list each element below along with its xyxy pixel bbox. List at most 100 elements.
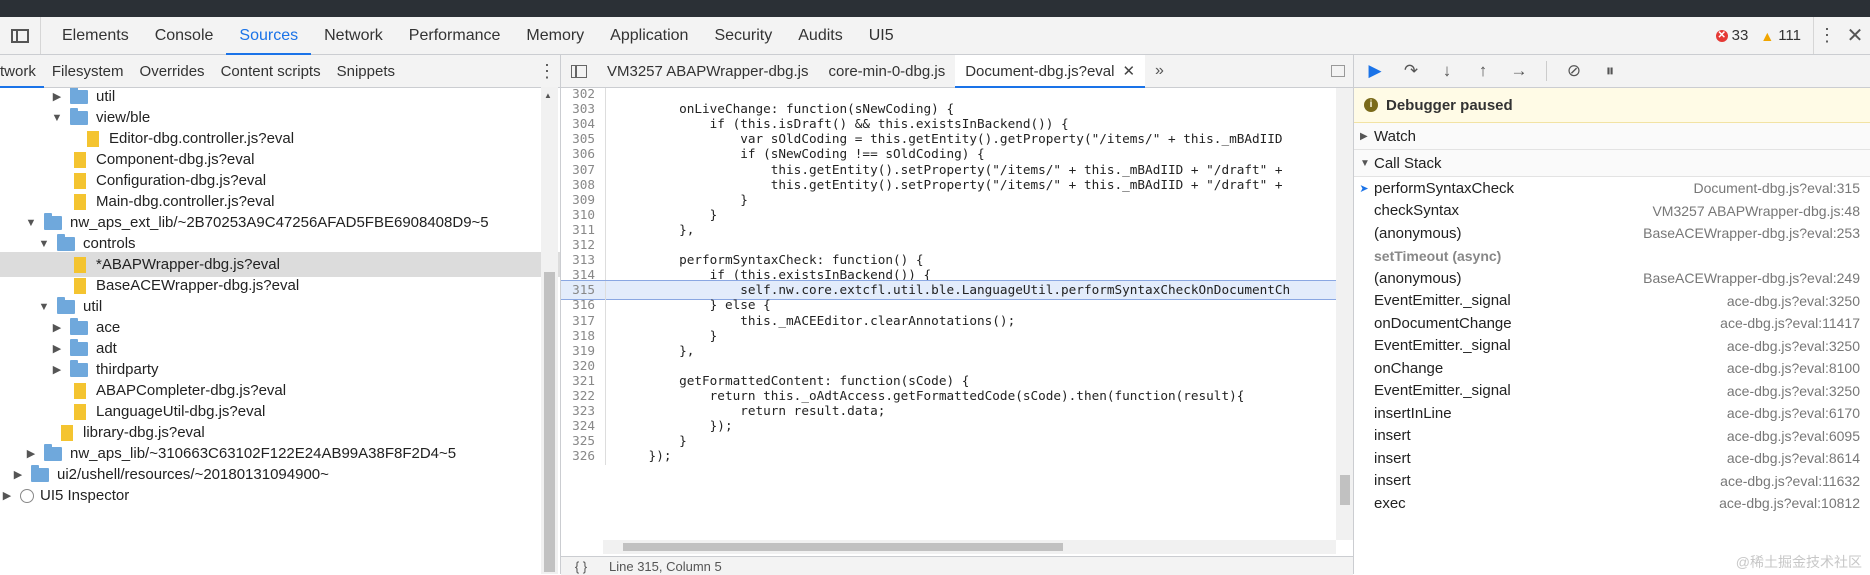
- tree-item-label: ui2/ushell/resources/~20180131094900~: [57, 466, 329, 483]
- call-frame[interactable]: onChange ace-dbg.js?eval:8100: [1354, 357, 1870, 380]
- tab-console[interactable]: Console: [142, 17, 227, 54]
- call-frame[interactable]: checkSyntax VM3257 ABAPWrapper-dbg.js:48: [1354, 200, 1870, 223]
- error-counter[interactable]: ✕ 33: [1715, 27, 1748, 44]
- call-frame[interactable]: (anonymous) BaseACEWrapper-dbg.js?eval:24…: [1354, 267, 1870, 290]
- step-icon[interactable]: →: [1510, 61, 1528, 81]
- call-frame[interactable]: exec ace-dbg.js?eval:10812: [1354, 492, 1870, 515]
- navigator-tab-overrides[interactable]: Overrides: [132, 55, 213, 87]
- tab-ui5[interactable]: UI5: [856, 17, 907, 54]
- more-tabs-icon[interactable]: »: [1145, 55, 1174, 87]
- frame-location[interactable]: ace-dbg.js?eval:11632: [1720, 473, 1870, 489]
- collapsed-arrow-icon[interactable]: ▶: [0, 489, 14, 502]
- collapsed-arrow-icon[interactable]: ▶: [50, 321, 64, 334]
- frame-location[interactable]: ace-dbg.js?eval:6170: [1727, 405, 1870, 421]
- toggle-debugger-icon[interactable]: [1323, 55, 1353, 87]
- call-stack-section[interactable]: ▼ Call Stack: [1354, 150, 1870, 177]
- tree-folder-item[interactable]: ▶ UI5 Inspector: [0, 483, 540, 508]
- tab-security[interactable]: Security: [701, 17, 785, 54]
- line-text: performSyntaxCheck: function() {: [618, 252, 924, 268]
- collapsed-arrow-icon[interactable]: ▶: [50, 90, 64, 103]
- step-into-icon[interactable]: ↓: [1438, 61, 1456, 81]
- frame-location[interactable]: ace-dbg.js?eval:3250: [1727, 293, 1870, 309]
- call-frame[interactable]: insert ace-dbg.js?eval:8614: [1354, 447, 1870, 470]
- frame-location[interactable]: BaseACEWrapper-dbg.js?eval:249: [1643, 270, 1870, 286]
- frame-location[interactable]: ace-dbg.js?eval:11417: [1720, 315, 1870, 331]
- deactivate-breakpoints-icon[interactable]: ⊘: [1565, 61, 1583, 81]
- frame-function: insert: [1374, 472, 1411, 490]
- call-frame[interactable]: EventEmitter._signal ace-dbg.js?eval:3250: [1354, 335, 1870, 358]
- close-devtools-icon[interactable]: ✕: [1840, 17, 1870, 54]
- watch-section[interactable]: ▶ Watch: [1354, 123, 1870, 150]
- call-frame[interactable]: onDocumentChange ace-dbg.js?eval:11417: [1354, 312, 1870, 335]
- expanded-arrow-icon[interactable]: ▼: [50, 112, 64, 124]
- editor-tab[interactable]: core-min-0-dbg.js: [819, 55, 956, 87]
- scroll-up-icon[interactable]: ▲: [544, 91, 552, 100]
- tab-sources[interactable]: Sources: [226, 17, 311, 55]
- call-frame[interactable]: insert ace-dbg.js?eval:6095: [1354, 425, 1870, 448]
- navigator-tab-snippets[interactable]: Snippets: [329, 55, 403, 87]
- expanded-arrow-icon[interactable]: ▼: [24, 217, 38, 229]
- frame-location[interactable]: ace-dbg.js?eval:6095: [1727, 428, 1870, 444]
- call-frame[interactable]: insertInLine ace-dbg.js?eval:6170: [1354, 402, 1870, 425]
- line-text: var sOldCoding = this.getEntity().getPro…: [618, 131, 1283, 147]
- collapsed-arrow-icon[interactable]: ▶: [11, 468, 25, 481]
- expanded-arrow-icon[interactable]: ▼: [37, 238, 51, 250]
- frame-location[interactable]: ace-dbg.js?eval:3250: [1727, 383, 1870, 399]
- collapsed-arrow-icon[interactable]: ▶: [24, 447, 38, 460]
- tab-audits[interactable]: Audits: [785, 17, 855, 54]
- frame-function: insertInLine: [1374, 404, 1452, 422]
- frame-location[interactable]: BaseACEWrapper-dbg.js?eval:253: [1643, 225, 1870, 241]
- code-area[interactable]: 302 303 onLiveChange: function(sNewCoding…: [561, 88, 1336, 540]
- navigator-tab-content-scripts[interactable]: Content scripts: [213, 55, 329, 87]
- tree-item-label: BaseACEWrapper-dbg.js?eval: [96, 277, 300, 294]
- call-frame[interactable]: EventEmitter._signal ace-dbg.js?eval:3250: [1354, 290, 1870, 313]
- call-frame[interactable]: ➤ performSyntaxCheck Document-dbg.js?eval:…: [1354, 177, 1870, 200]
- frame-location[interactable]: VM3257 ABAPWrapper-dbg.js:48: [1652, 203, 1870, 219]
- tab-network[interactable]: Network: [311, 17, 396, 54]
- pretty-print-icon[interactable]: { }: [561, 559, 601, 574]
- more-options-icon[interactable]: ⋮: [1813, 17, 1840, 54]
- code-line: 326 });: [561, 447, 1336, 466]
- frame-location[interactable]: ace-dbg.js?eval:10812: [1719, 495, 1870, 511]
- call-frame[interactable]: (anonymous) BaseACEWrapper-dbg.js?eval:25…: [1354, 222, 1870, 245]
- navigator-menu-icon[interactable]: ⋮: [534, 55, 560, 87]
- collapsed-arrow-icon[interactable]: ▶: [50, 342, 64, 355]
- frame-function: exec: [1374, 494, 1406, 512]
- call-frame[interactable]: insert ace-dbg.js?eval:11632: [1354, 470, 1870, 493]
- device-toolbar-toggle-icon[interactable]: [0, 17, 41, 54]
- tab-application[interactable]: Application: [597, 17, 701, 54]
- navigator-scroll-thumb[interactable]: [544, 272, 555, 572]
- tab-performance[interactable]: Performance: [396, 17, 514, 54]
- editor-horizontal-scrollbar[interactable]: [603, 540, 1336, 554]
- tree-item-label: Main-dbg.controller.js?eval: [96, 193, 275, 210]
- toggle-navigator-icon[interactable]: [561, 55, 597, 87]
- tab-elements[interactable]: Elements: [49, 17, 142, 54]
- call-frame[interactable]: EventEmitter._signal ace-dbg.js?eval:3250: [1354, 380, 1870, 403]
- navigator-scrollbar[interactable]: ▲: [541, 87, 558, 574]
- editor-vscroll-thumb[interactable]: [1340, 475, 1350, 505]
- issue-counters[interactable]: ✕ 33 ▲ 111: [1715, 17, 1813, 54]
- navigator-tab-filesystem[interactable]: Filesystem: [44, 55, 132, 87]
- warning-counter[interactable]: ▲ 111: [1760, 27, 1801, 44]
- tab-memory[interactable]: Memory: [513, 17, 597, 54]
- frame-function: performSyntaxCheck: [1374, 179, 1515, 197]
- resume-icon[interactable]: ▶: [1366, 61, 1384, 81]
- step-over-icon[interactable]: ↷: [1402, 61, 1420, 81]
- editor-vertical-scrollbar[interactable]: [1336, 88, 1353, 540]
- pause-on-exceptions-icon[interactable]: ⏸: [1601, 61, 1619, 81]
- frame-location[interactable]: Document-dbg.js?eval:315: [1693, 180, 1870, 196]
- frame-location[interactable]: ace-dbg.js?eval:8614: [1727, 450, 1870, 466]
- navigator-tab-twork[interactable]: twork: [0, 55, 44, 88]
- file-icon: [74, 277, 86, 294]
- collapsed-arrow-icon[interactable]: ▶: [50, 363, 64, 376]
- line-number[interactable]: 326: [561, 447, 606, 466]
- step-out-icon[interactable]: ↑: [1474, 61, 1492, 81]
- editor-tab[interactable]: VM3257 ABAPWrapper-dbg.js: [597, 55, 819, 87]
- expanded-arrow-icon[interactable]: ▼: [37, 301, 51, 313]
- expanded-arrow-icon: ▼: [1360, 157, 1370, 169]
- editor-hscroll-thumb[interactable]: [623, 543, 1063, 551]
- close-tab-icon[interactable]: ✕: [1122, 62, 1135, 80]
- editor-tab[interactable]: Document-dbg.js?eval ✕: [955, 55, 1146, 88]
- frame-location[interactable]: ace-dbg.js?eval:3250: [1727, 338, 1870, 354]
- frame-location[interactable]: ace-dbg.js?eval:8100: [1727, 360, 1870, 376]
